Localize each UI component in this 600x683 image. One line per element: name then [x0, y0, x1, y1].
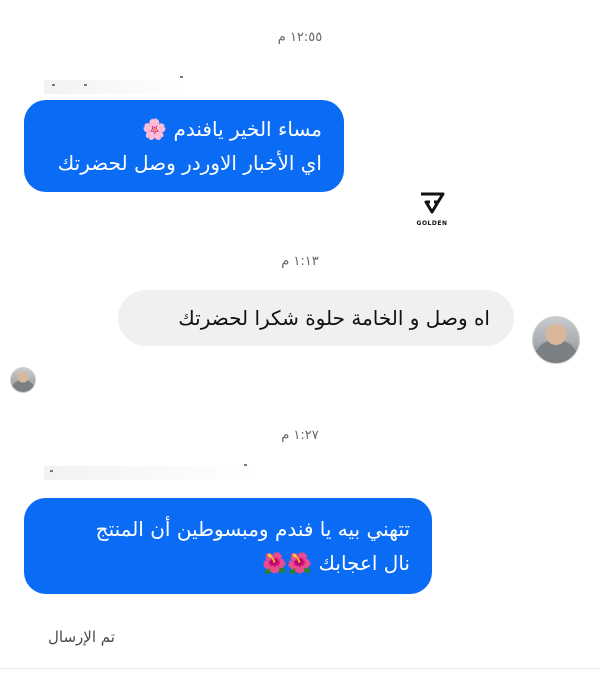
timestamp: ١٢:٥٥ م [277, 30, 323, 45]
logo-text: GOLDEN [416, 220, 448, 227]
message-text: اه وصل و الخامة حلوة شكرا لحضرتك [178, 306, 490, 330]
timestamp: ١:١٣ م [281, 254, 319, 269]
golden-logo: GOLDEN [412, 190, 452, 227]
golden-g-icon [421, 192, 445, 214]
timestamp: ١:٢٧ م [281, 428, 319, 443]
message-bubble-received[interactable]: اه وصل و الخامة حلوة شكرا لحضرتك [118, 290, 514, 346]
message-text: مساء الخير يافندم 🌸 [142, 117, 322, 141]
sent-status: تم الإرسال [48, 628, 115, 646]
message-bubble-sent[interactable]: تتهني بيه يا فندم ومبسوطين أن المنتج نال… [24, 498, 432, 594]
message-text: اي الأخبار الاوردر وصل لحضرتك [57, 151, 322, 175]
redacted-sender-name [44, 464, 254, 480]
message-text: نال اعجابك 🌺🌺 [262, 551, 410, 575]
divider [0, 668, 600, 669]
avatar[interactable] [532, 316, 580, 364]
message-text: تتهني بيه يا فندم ومبسوطين أن المنتج [95, 517, 410, 541]
message-bubble-sent[interactable]: مساء الخير يافندم 🌸 اي الأخبار الاوردر و… [24, 100, 344, 192]
redacted-sender-name [44, 76, 184, 94]
seen-avatar [10, 367, 36, 393]
